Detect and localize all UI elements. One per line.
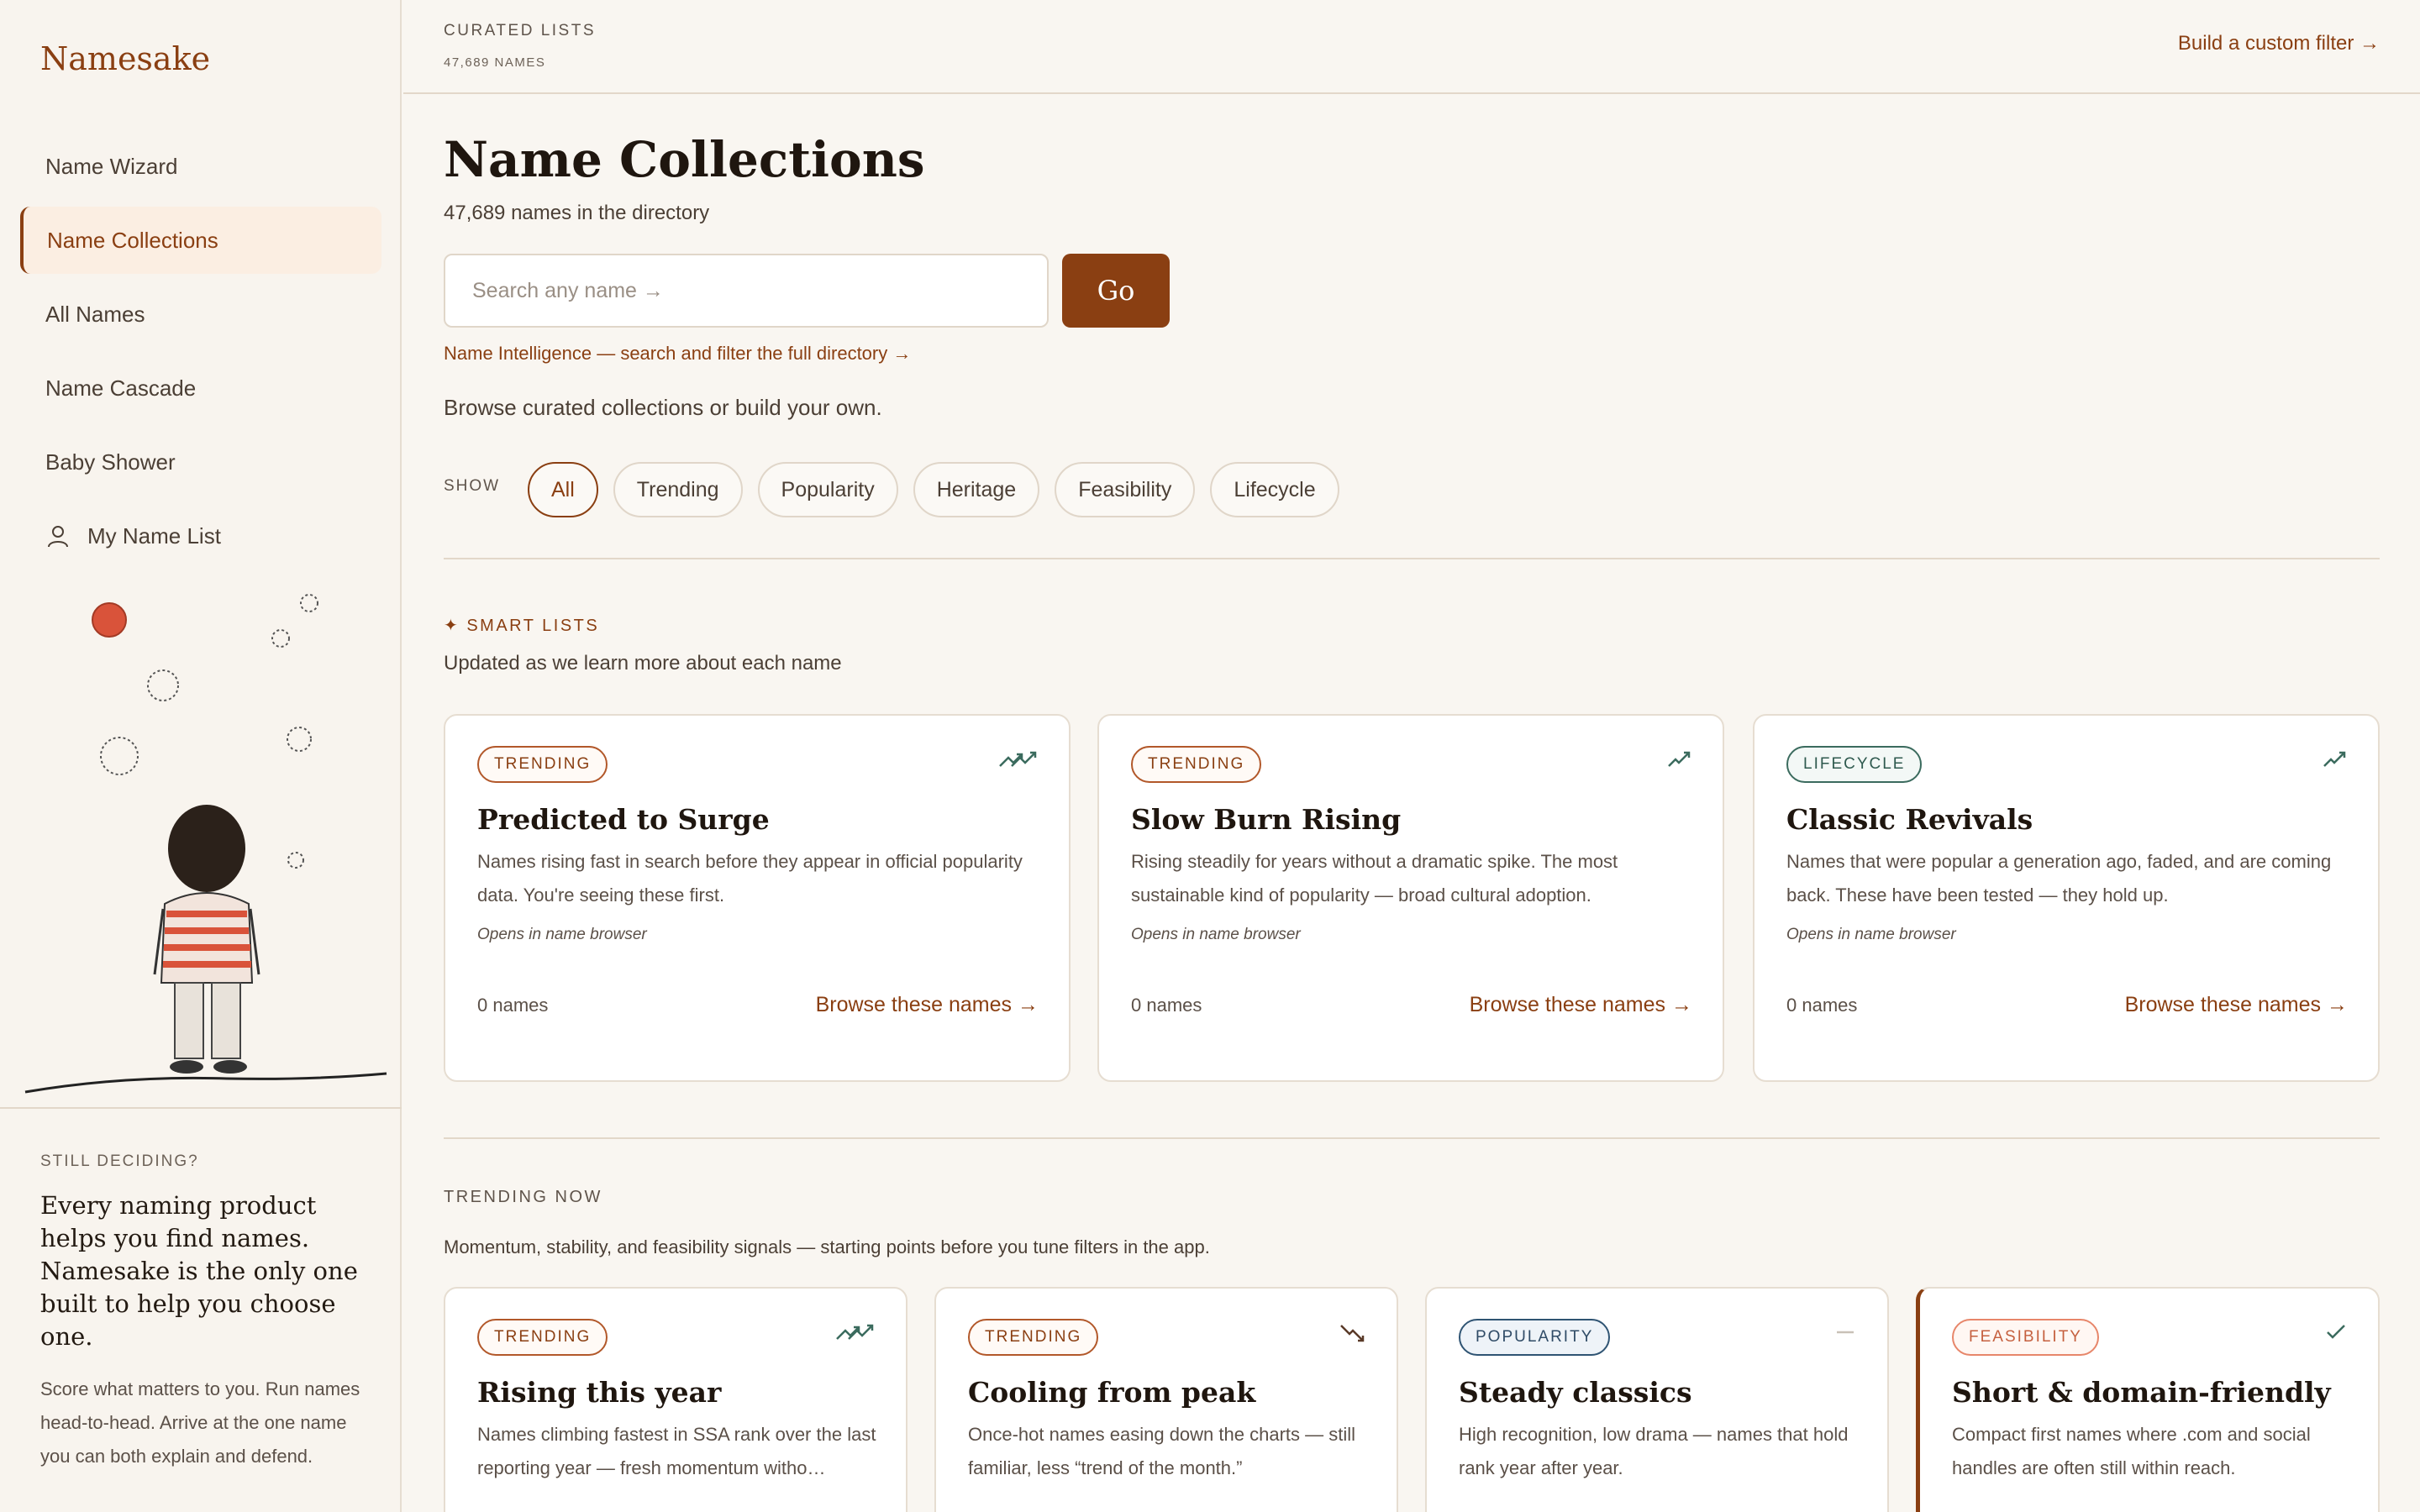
- card-note: Opens in name browser: [1786, 926, 1956, 943]
- chip-trending[interactable]: Trending: [613, 462, 743, 517]
- card-title: Slow Burn Rising: [1131, 803, 1402, 836]
- collection-card[interactable]: POPULARITY Steady classics High recognit…: [1425, 1287, 1889, 1512]
- main-content: Name Collections 47,689 names in the dir…: [403, 94, 2420, 1512]
- promo-headline: Every naming product helps you find name…: [40, 1191, 358, 1351]
- double-trend-up-icon: [836, 1324, 874, 1340]
- page-title: Name Collections: [444, 131, 925, 188]
- filter-chips: All Trending Popularity Heritage Feasibi…: [528, 462, 1339, 517]
- card-description: High recognition, low drama — names that…: [1459, 1424, 1849, 1478]
- promo-eyebrow: STILL DECIDING?: [40, 1152, 199, 1170]
- category-badge: TRENDING: [968, 1319, 1099, 1356]
- card-name-count: 0 names: [1786, 995, 1858, 1016]
- sidebar-item-label: Name Wizard: [45, 153, 178, 179]
- card-note: Opens in name browser: [477, 926, 647, 943]
- card-description: Rising steadily for years without a dram…: [1131, 851, 1618, 906]
- category-badge: POPULARITY: [1459, 1319, 1611, 1356]
- chip-feasibility[interactable]: Feasibility: [1055, 462, 1196, 517]
- brand-logo[interactable]: Namesake: [40, 40, 210, 77]
- card-description: Names that were popular a generation ago…: [1786, 851, 2332, 906]
- names-count-label: 47,689 NAMES: [444, 55, 546, 70]
- chip-lifecycle[interactable]: Lifecycle: [1210, 462, 1339, 517]
- show-filter-label: SHOW: [444, 477, 501, 495]
- breadcrumb: CURATED LISTS: [444, 22, 597, 39]
- trending-now-subtitle: Momentum, stability, and feasibility sig…: [444, 1236, 1210, 1257]
- chip-all[interactable]: All: [528, 462, 598, 517]
- card-title: Predicted to Surge: [477, 803, 770, 836]
- sidebar-item-all-names[interactable]: All Names: [20, 281, 381, 348]
- promo-body: Score what matters to you. Run names hea…: [40, 1378, 360, 1467]
- sidebar-item-label: Name Collections: [47, 227, 218, 253]
- sidebar-divider: [0, 1107, 402, 1109]
- card-name-count: 0 names: [1131, 995, 1202, 1016]
- collection-card[interactable]: FEASIBILITY Short & domain-friendly Comp…: [1916, 1287, 2380, 1512]
- card-description: Names climbing fastest in SSA rank over …: [477, 1424, 876, 1478]
- card-title: Rising this year: [477, 1376, 722, 1409]
- card-description: Once-hot names easing down the charts — …: [968, 1424, 1356, 1478]
- double-trend-up-icon: [999, 751, 1037, 767]
- sidebar-item-name-wizard[interactable]: Name Wizard: [20, 133, 381, 200]
- user-icon: [45, 523, 71, 549]
- check-icon: [2327, 1325, 2345, 1339]
- build-custom-filter-link[interactable]: Build a custom filter →: [2178, 32, 2380, 55]
- browse-description: Browse curated collections or build your…: [444, 395, 882, 420]
- trending-now-heading: TRENDING NOW: [444, 1188, 602, 1206]
- sidebar-item-my-name-list[interactable]: My Name List: [20, 502, 381, 570]
- sidebar-item-label: Name Cascade: [45, 375, 197, 401]
- smart-lists-subtitle: Updated as we learn more about each name: [444, 652, 842, 675]
- divider: [444, 558, 2380, 559]
- sidebar-nav: Name Wizard Name Collections All Names N…: [20, 133, 381, 576]
- card-note: Opens in name browser: [1131, 926, 1301, 943]
- category-badge: TRENDING: [477, 746, 608, 783]
- card-title: Steady classics: [1459, 1376, 1692, 1409]
- sidebar-item-name-cascade[interactable]: Name Cascade: [20, 354, 381, 422]
- trend-up-icon: [2323, 751, 2346, 767]
- card-description: Compact first names where .com and socia…: [1952, 1424, 2311, 1478]
- chip-heritage[interactable]: Heritage: [913, 462, 1040, 517]
- card-name-count: 0 names: [477, 995, 549, 1016]
- search-input[interactable]: Search any name →: [444, 254, 1049, 328]
- collection-card[interactable]: LIFECYCLE Classic Revivals Names that we…: [1753, 714, 2380, 1082]
- name-intelligence-link[interactable]: Name Intelligence — search and filter th…: [444, 343, 911, 365]
- sidebar-item-label: Baby Shower: [45, 449, 176, 475]
- sidebar-item-baby-shower[interactable]: Baby Shower: [20, 428, 381, 496]
- directory-count: 47,689 names in the directory: [444, 202, 710, 224]
- browse-names-link[interactable]: Browse these names →: [816, 993, 1039, 1017]
- category-badge: LIFECYCLE: [1786, 746, 1923, 783]
- sidebar: Namesake Name Wizard Name Collections Al…: [0, 0, 402, 1512]
- card-description: Names rising fast in search before they …: [477, 851, 1023, 906]
- smart-lists-heading: ✦ SMART LISTS: [444, 617, 600, 635]
- browse-names-link[interactable]: Browse these names →: [1470, 993, 1692, 1017]
- category-badge: FEASIBILITY: [1952, 1319, 2099, 1356]
- chip-popularity[interactable]: Popularity: [757, 462, 898, 517]
- collection-card[interactable]: TRENDING Cooling from peak Once-hot name…: [934, 1287, 1398, 1512]
- collection-card[interactable]: TRENDING Slow Burn Rising Rising steadil…: [1097, 714, 1724, 1082]
- sidebar-item-label: My Name List: [87, 522, 221, 549]
- sidebar-item-name-collections[interactable]: Name Collections: [20, 207, 381, 274]
- card-title: Short & domain-friendly: [1952, 1376, 2331, 1409]
- sidebar-item-label: All Names: [45, 301, 145, 327]
- go-button[interactable]: Go: [1062, 254, 1170, 328]
- category-badge: TRENDING: [1131, 746, 1262, 783]
- collection-card[interactable]: TRENDING Rising this year Names climbing…: [444, 1287, 908, 1512]
- card-title: Cooling from peak: [968, 1376, 1256, 1409]
- trend-down-icon: [1340, 1325, 1365, 1342]
- card-title: Classic Revivals: [1786, 803, 2033, 836]
- divider: [444, 1137, 2380, 1139]
- trend-up-icon: [1668, 751, 1691, 767]
- flat-line-icon: [1837, 1331, 1854, 1334]
- collection-card[interactable]: TRENDING Predicted to Surge Names rising…: [444, 714, 1071, 1082]
- browse-names-link[interactable]: Browse these names →: [2125, 993, 2348, 1017]
- topbar: CURATED LISTS 47,689 NAMES Build a custo…: [403, 0, 2420, 94]
- child-with-bubbles-illustration: [0, 580, 402, 1109]
- category-badge: TRENDING: [477, 1319, 608, 1356]
